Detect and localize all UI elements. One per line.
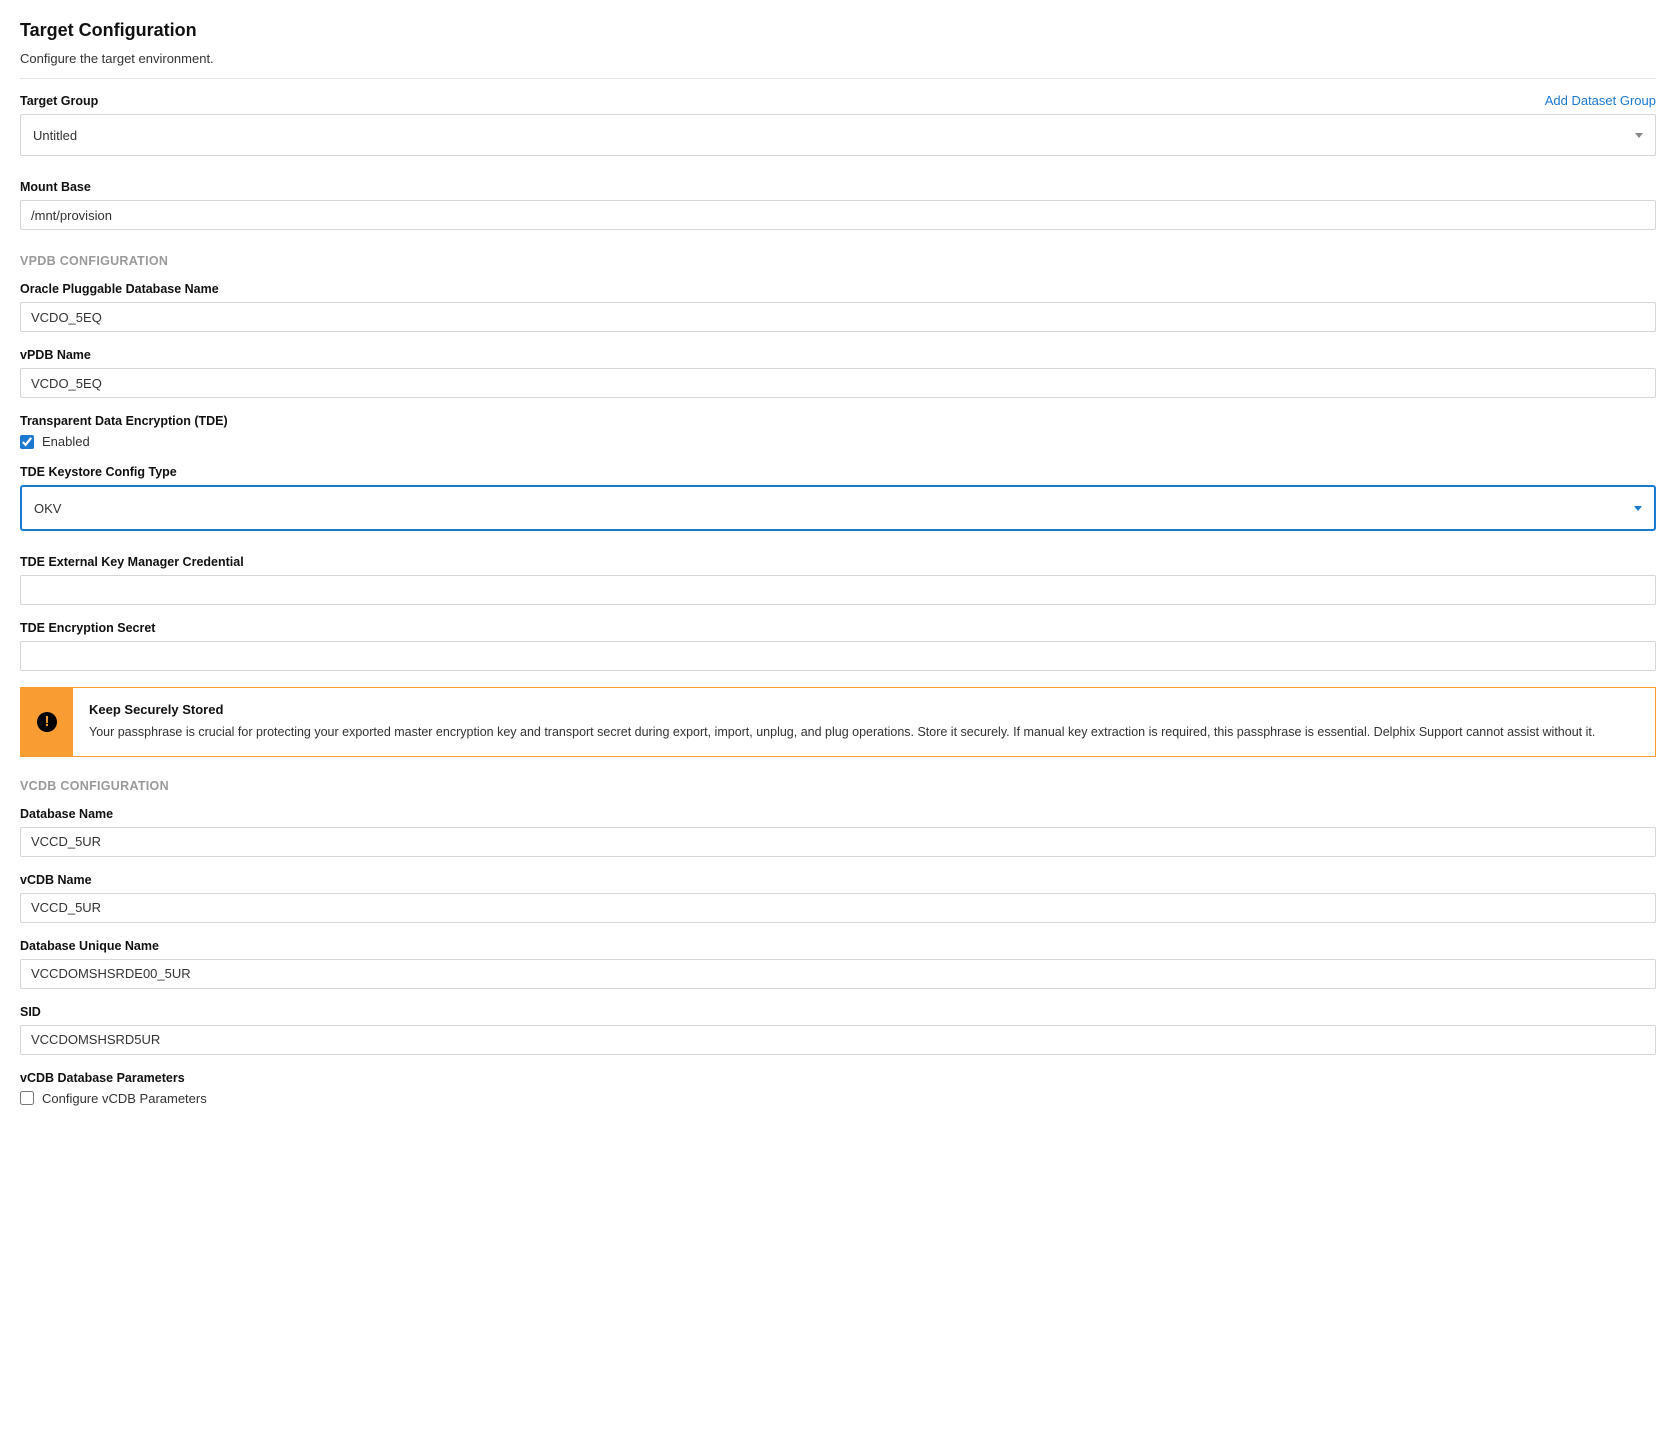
sid-input[interactable] <box>20 1025 1656 1055</box>
alert-body-text: Your passphrase is crucial for protectin… <box>89 723 1639 742</box>
warning-icon-col: ! <box>21 688 73 756</box>
mount-base-input[interactable] <box>20 200 1656 230</box>
vpdb-name-input[interactable] <box>20 368 1656 398</box>
tde-enabled-checkbox[interactable] <box>20 435 34 449</box>
vcdb-name-label: vCDB Name <box>20 873 92 887</box>
tde-keystore-type-select[interactable]: OKV <box>20 485 1656 531</box>
target-group-value: Untitled <box>33 128 1635 143</box>
tde-label: Transparent Data Encryption (TDE) <box>20 414 228 428</box>
chevron-down-icon <box>1634 506 1642 511</box>
db-name-input[interactable] <box>20 827 1656 857</box>
tde-keystore-type-value: OKV <box>34 501 1634 516</box>
oracle-pdb-name-label: Oracle Pluggable Database Name <box>20 282 219 296</box>
oracle-pdb-name-input[interactable] <box>20 302 1656 332</box>
alert-title: Keep Securely Stored <box>89 702 1639 717</box>
tde-enabled-checkbox-label: Enabled <box>42 434 90 449</box>
vcdb-params-checkbox-label: Configure vCDB Parameters <box>42 1091 207 1106</box>
vcdb-section-header: VCDB CONFIGURATION <box>20 779 1656 793</box>
tde-enc-secret-label: TDE Encryption Secret <box>20 621 155 635</box>
warning-alert: ! Keep Securely Stored Your passphrase i… <box>20 687 1656 757</box>
tde-enc-secret-input[interactable] <box>20 641 1656 671</box>
add-dataset-group-link[interactable]: Add Dataset Group <box>1545 93 1656 108</box>
tde-keystore-type-label: TDE Keystore Config Type <box>20 465 177 479</box>
vcdb-params-label: vCDB Database Parameters <box>20 1071 185 1085</box>
vcdb-params-checkbox[interactable] <box>20 1091 34 1105</box>
sid-label: SID <box>20 1005 41 1019</box>
page-title: Target Configuration <box>20 20 1656 41</box>
vpdb-section-header: VPDB CONFIGURATION <box>20 254 1656 268</box>
mount-base-label: Mount Base <box>20 180 91 194</box>
db-unique-name-input[interactable] <box>20 959 1656 989</box>
chevron-down-icon <box>1635 133 1643 138</box>
db-name-label: Database Name <box>20 807 113 821</box>
page-subtitle: Configure the target environment. <box>20 51 1656 79</box>
tde-ext-key-cred-label: TDE External Key Manager Credential <box>20 555 244 569</box>
vcdb-name-input[interactable] <box>20 893 1656 923</box>
target-group-select[interactable]: Untitled <box>20 114 1656 156</box>
vpdb-name-label: vPDB Name <box>20 348 91 362</box>
target-group-label: Target Group <box>20 94 98 108</box>
db-unique-name-label: Database Unique Name <box>20 939 159 953</box>
warning-icon: ! <box>37 712 57 732</box>
tde-ext-key-cred-input[interactable] <box>20 575 1656 605</box>
